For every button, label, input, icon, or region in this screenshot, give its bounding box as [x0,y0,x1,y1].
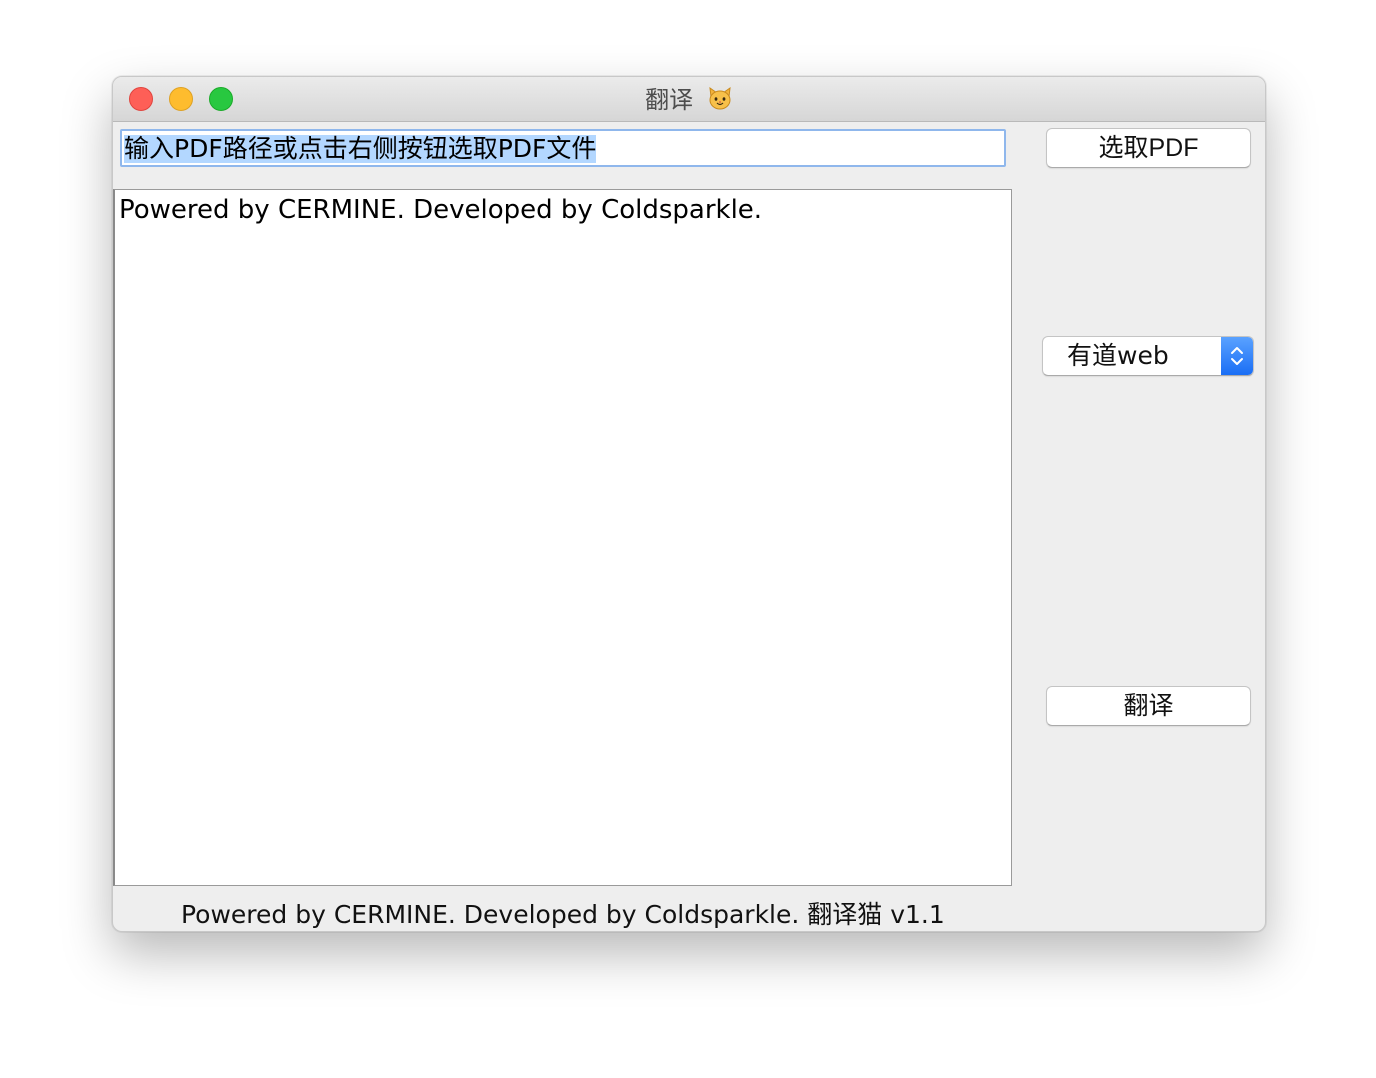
window-title: 翻译 [113,85,1265,117]
title-bar[interactable]: 翻译 [113,77,1265,122]
pick-pdf-button[interactable]: 选取PDF [1046,128,1251,168]
app-window: 翻译 输入PDF路径或点击右侧按钮选取PDF文件 选取PDF Powered b… [112,76,1266,932]
translation-engine-select[interactable]: 有道web [1042,336,1254,376]
pdf-path-input-text: 输入PDF路径或点击右侧按钮选取PDF文件 [124,134,597,163]
output-text: Powered by CERMINE. Developed by Coldspa… [119,195,763,225]
status-bar-text: Powered by CERMINE. Developed by Coldspa… [181,900,945,929]
pdf-path-input[interactable]: 输入PDF路径或点击右侧按钮选取PDF文件 [120,129,1006,167]
translate-button[interactable]: 翻译 [1046,686,1251,726]
select-up-down-arrows-icon [1221,337,1253,375]
cat-face-icon [707,85,733,117]
output-text-area[interactable]: Powered by CERMINE. Developed by Coldspa… [113,189,1012,886]
window-title-text: 翻译 [645,86,694,114]
translation-engine-value: 有道web [1067,341,1169,370]
